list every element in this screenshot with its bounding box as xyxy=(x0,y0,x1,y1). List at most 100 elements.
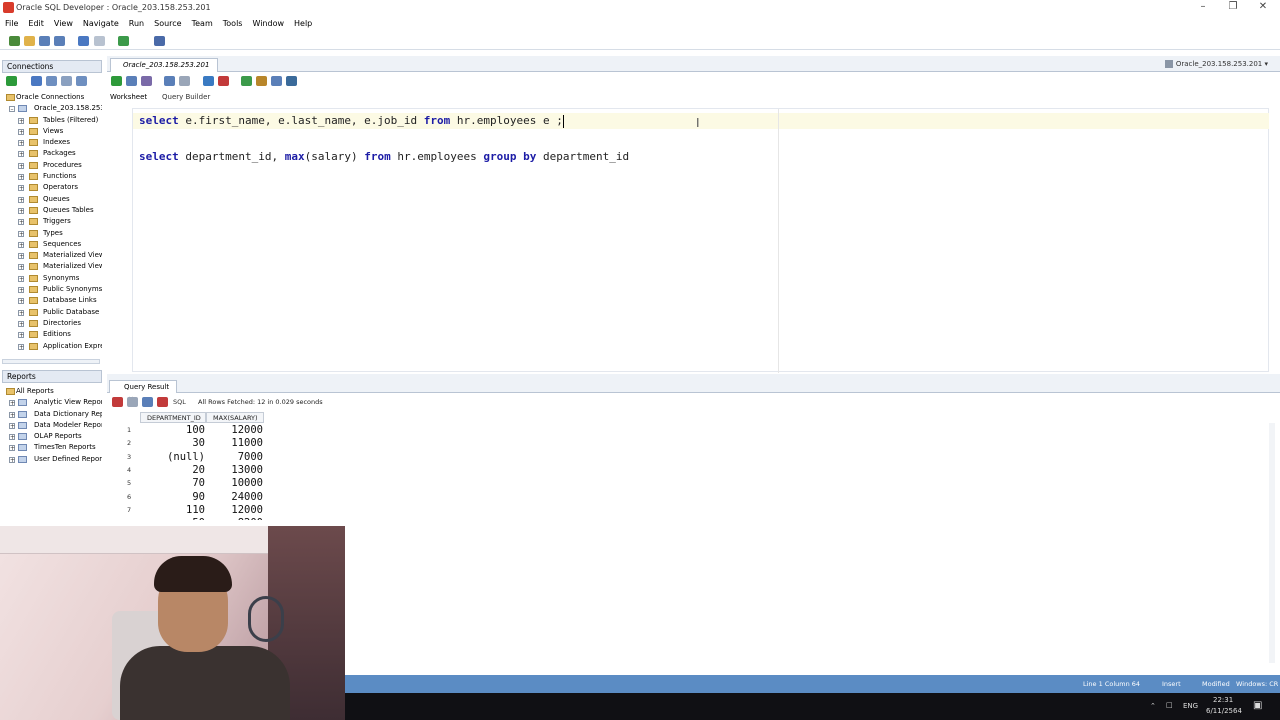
tree-item[interactable]: + Views xyxy=(2,126,102,137)
tree-item[interactable]: + User Defined Reports xyxy=(2,454,102,465)
tree-item[interactable]: + Database Links xyxy=(2,295,102,306)
tree-item[interactable]: + TimesTen Reports xyxy=(2,442,102,453)
chevron-up-icon[interactable]: ⌃ xyxy=(1150,702,1156,710)
forward-icon[interactable] xyxy=(118,36,129,46)
print-icon[interactable] xyxy=(127,397,138,407)
table-row[interactable]: 3 (null) 7000 xyxy=(107,451,407,464)
tree-item[interactable]: + Queues xyxy=(2,194,102,205)
menu-edit[interactable]: Edit xyxy=(23,16,49,32)
tree-item[interactable]: + Procedures xyxy=(2,160,102,171)
menu-help[interactable]: Help xyxy=(289,16,317,32)
save-icon[interactable] xyxy=(39,36,50,46)
tree-item[interactable]: All Reports xyxy=(2,386,102,397)
close-button[interactable]: ✕ xyxy=(1248,0,1278,14)
undo-icon[interactable] xyxy=(78,36,89,46)
collapse-icon[interactable] xyxy=(76,76,87,86)
sql-worksheet-icon[interactable] xyxy=(154,36,165,46)
tree-item[interactable]: + OLAP Reports xyxy=(2,431,102,442)
menu-navigate[interactable]: Navigate xyxy=(78,16,124,32)
commit-icon[interactable] xyxy=(164,76,175,86)
tree-item[interactable]: + Indexes xyxy=(2,137,102,148)
run-statement-icon[interactable] xyxy=(111,76,122,86)
clear-icon[interactable] xyxy=(256,76,267,86)
tree-item[interactable]: + Materialized View xyxy=(2,250,102,261)
table-row[interactable]: 2 30 11000 xyxy=(107,437,407,450)
tree-item[interactable]: + Operators xyxy=(2,182,102,193)
sql-editor[interactable]: select e.first_name, e.last_name, e.job_… xyxy=(132,108,1269,373)
autotrace-icon[interactable] xyxy=(141,76,152,86)
history-icon[interactable] xyxy=(271,76,282,86)
menu-file[interactable]: File xyxy=(0,16,23,32)
table-row[interactable]: 7 110 12000 xyxy=(107,504,407,517)
tree-item[interactable]: + Synonyms xyxy=(2,273,102,284)
restore-button[interactable]: ❐ xyxy=(1218,0,1248,14)
refresh-icon[interactable] xyxy=(31,76,42,86)
schema-browser-icon[interactable] xyxy=(61,76,72,86)
tree-hscrollbar[interactable] xyxy=(2,359,100,364)
explain-plan-icon[interactable] xyxy=(203,76,214,86)
menu-window[interactable]: Window xyxy=(247,16,289,32)
tree-item[interactable]: +Data Dictionary Reports xyxy=(2,409,102,420)
modified-status: Modified xyxy=(1202,680,1230,688)
tree-item[interactable]: + Triggers xyxy=(2,216,102,227)
connection-selector[interactable]: Oracle_203.158.253.201 ▾ xyxy=(1164,60,1268,68)
save-all-icon[interactable] xyxy=(54,36,65,46)
refresh-icon[interactable] xyxy=(142,397,153,407)
folder-icon xyxy=(29,206,38,214)
rollback-icon[interactable] xyxy=(179,76,190,86)
input-language[interactable]: ENG xyxy=(1183,702,1198,710)
tree-item[interactable]: + Directories xyxy=(2,318,102,329)
edit-mode: Insert xyxy=(1162,680,1181,688)
tab-query-result[interactable]: Query Result × xyxy=(109,380,177,403)
open-icon[interactable] xyxy=(24,36,35,46)
column-header-department-id[interactable]: DEPARTMENT_ID xyxy=(140,412,206,423)
table-row[interactable]: 1 100 12000 xyxy=(107,424,407,437)
table-row[interactable]: 4 20 13000 xyxy=(107,464,407,477)
tree-item[interactable]: + Materialized View xyxy=(2,261,102,272)
sql-link[interactable]: SQL xyxy=(173,398,186,406)
tree-item[interactable]: + Types xyxy=(2,228,102,239)
tree-item[interactable]: +Data Modeler Reports xyxy=(2,420,102,431)
add-connection-icon[interactable] xyxy=(6,76,17,86)
pin-icon[interactable] xyxy=(112,397,123,407)
clock-time[interactable]: 22:31 xyxy=(1213,696,1233,704)
menu-run[interactable]: Run xyxy=(124,16,149,32)
menu-tools[interactable]: Tools xyxy=(218,16,248,32)
tree-item[interactable]: + Sequences xyxy=(2,239,102,250)
format-icon[interactable] xyxy=(286,76,297,86)
cancel-icon[interactable] xyxy=(218,76,229,86)
tree-item[interactable]: + Public Database xyxy=(2,307,102,318)
filter-icon[interactable] xyxy=(46,76,57,86)
table-row[interactable]: 5 70 10000 xyxy=(107,477,407,490)
grid-vscrollbar[interactable] xyxy=(1269,423,1275,663)
sql-tuning-icon[interactable] xyxy=(241,76,252,86)
table-row[interactable]: 6 90 24000 xyxy=(107,491,407,504)
minimize-button[interactable]: – xyxy=(1188,0,1218,14)
tab-worksheet-connection[interactable]: Oracle_203.158.253.201 × xyxy=(110,58,218,82)
menu-source[interactable]: Source xyxy=(149,16,186,32)
table-row[interactable]: 8508200 xyxy=(107,517,407,520)
run-script-icon[interactable] xyxy=(126,76,137,86)
tree-root[interactable]: Oracle Connections xyxy=(2,92,102,103)
folder-icon xyxy=(29,127,38,135)
menu-view[interactable]: View xyxy=(49,16,78,32)
tab-worksheet[interactable]: Worksheet xyxy=(110,93,147,101)
cancel-icon[interactable] xyxy=(157,397,168,407)
tree-item[interactable]: +Analytic View Reports xyxy=(2,397,102,408)
tree-item[interactable]: + Public Synonyms xyxy=(2,284,102,295)
tree-item[interactable]: + Application Expre xyxy=(2,341,102,352)
notification-icon[interactable]: ▣ xyxy=(1253,700,1262,711)
network-icon[interactable]: □ xyxy=(1166,701,1173,709)
tree-item[interactable]: + Tables (Filtered) xyxy=(2,115,102,126)
tree-connection[interactable]: –Oracle_203.158.253.201 xyxy=(2,103,102,114)
tree-item[interactable]: + Queues Tables xyxy=(2,205,102,216)
tab-query-builder[interactable]: Query Builder xyxy=(162,93,210,101)
new-icon[interactable] xyxy=(9,36,20,46)
tree-item[interactable]: + Editions xyxy=(2,329,102,340)
tree-item[interactable]: + Functions xyxy=(2,171,102,182)
redo-icon[interactable] xyxy=(94,36,105,46)
column-header-max-salary[interactable]: MAX(SALARY) xyxy=(206,412,264,423)
tree-item[interactable]: + Packages xyxy=(2,148,102,159)
clock-date[interactable]: 6/11/2564 xyxy=(1206,707,1242,715)
menu-team[interactable]: Team xyxy=(187,16,218,32)
